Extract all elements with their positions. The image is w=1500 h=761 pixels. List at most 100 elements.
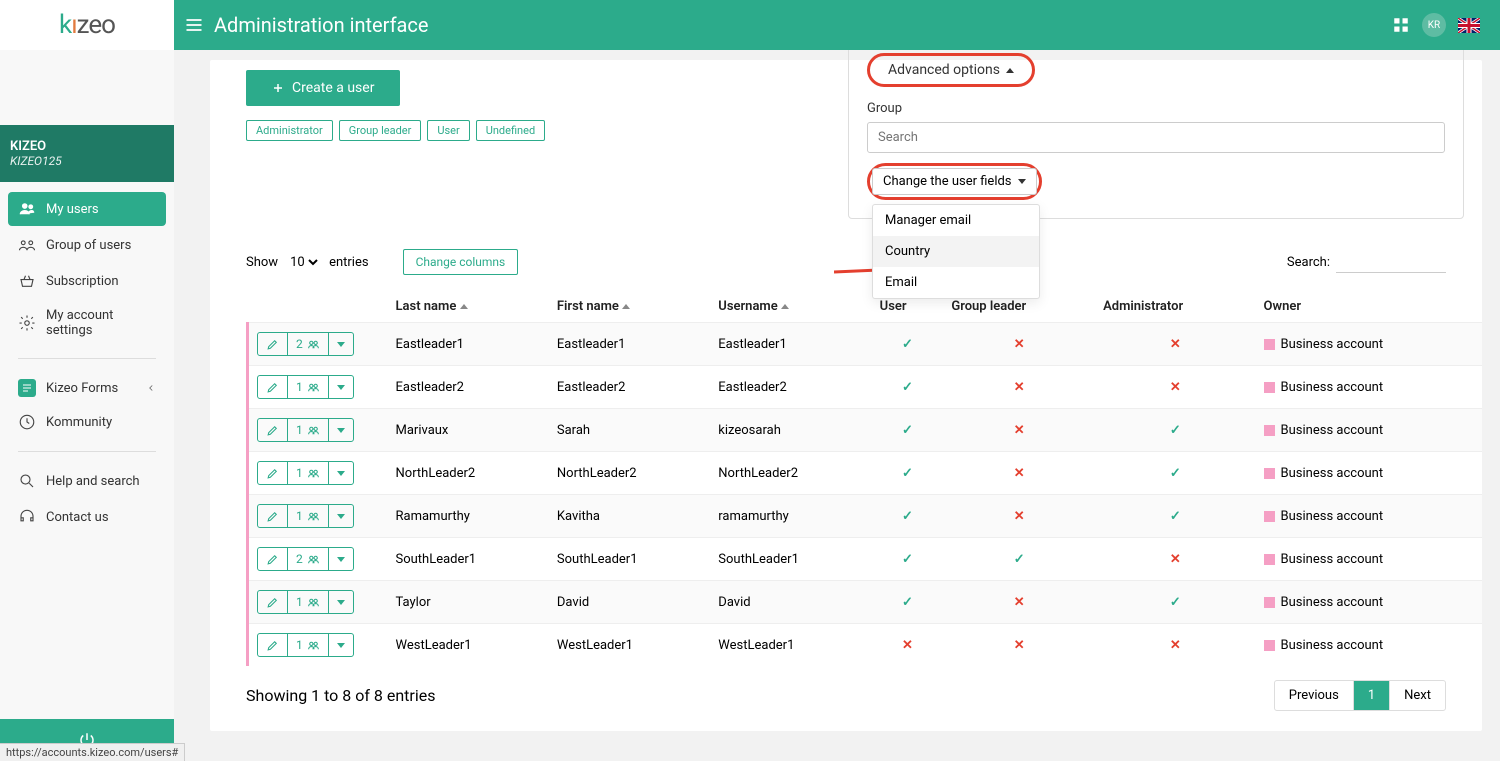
more-button[interactable] <box>329 591 353 613</box>
cross-icon: ✕ <box>943 581 1095 624</box>
cell-first-name: David <box>549 581 710 624</box>
chevron-left-icon <box>146 383 156 393</box>
col-first-name[interactable]: First name <box>549 291 710 323</box>
check-icon: ✓ <box>1095 581 1255 624</box>
sidebar-item-kommunity[interactable]: Kommunity <box>8 405 166 439</box>
cross-icon: ✕ <box>1095 624 1255 667</box>
check-icon: ✓ <box>872 452 944 495</box>
entries-select[interactable]: 10 <box>286 254 321 271</box>
cross-icon: ✕ <box>943 452 1095 495</box>
groups-button[interactable]: 1 <box>288 634 329 656</box>
hamburger-icon[interactable] <box>174 15 214 35</box>
sidebar-item-contact[interactable]: Contact us <box>8 500 166 534</box>
users-table: Last name First name Username User Group… <box>246 291 1482 666</box>
create-user-button[interactable]: Create a user <box>246 70 400 106</box>
cell-first-name: SouthLeader1 <box>549 538 710 581</box>
tag-user[interactable]: User <box>427 120 469 141</box>
more-button[interactable] <box>329 462 353 484</box>
sidebar-item-help[interactable]: Help and search <box>8 464 166 498</box>
more-button[interactable] <box>329 505 353 527</box>
dropdown-item-manager-email[interactable]: Manager email <box>873 205 1039 236</box>
entries-per-page: Show 10 entries <box>246 254 369 271</box>
col-username[interactable]: Username <box>710 291 871 323</box>
sidebar-item-subscription[interactable]: Subscription <box>8 264 166 298</box>
group-label: Group <box>867 101 1445 116</box>
more-button[interactable] <box>329 548 353 570</box>
edit-button[interactable] <box>258 505 288 527</box>
cell-last-name: Taylor <box>388 581 549 624</box>
cell-last-name: Marivaux <box>388 409 549 452</box>
groups-button[interactable]: 1 <box>288 419 329 441</box>
logo[interactable]: kızeo <box>0 0 174 50</box>
page-next[interactable]: Next <box>1390 681 1445 710</box>
edit-button[interactable] <box>258 419 288 441</box>
avatar[interactable]: KR <box>1422 13 1446 37</box>
language-flag-icon[interactable] <box>1458 18 1480 33</box>
caret-down-icon <box>1018 179 1026 184</box>
groups-button[interactable]: 2 <box>288 333 329 355</box>
sidebar-item-label: Kommunity <box>46 415 112 430</box>
table-row: 2 Eastleader1 Eastleader1 Eastleader1 ✓✕… <box>248 323 1483 366</box>
more-button[interactable] <box>329 376 353 398</box>
edit-button[interactable] <box>258 591 288 613</box>
group-search-input[interactable] <box>867 122 1445 153</box>
edit-button[interactable] <box>258 376 288 398</box>
table-row: 1 WestLeader1 WestLeader1 WestLeader1 ✕✕… <box>248 624 1483 667</box>
change-columns-button[interactable]: Change columns <box>403 249 519 275</box>
row-actions: 1 <box>257 590 354 614</box>
apps-icon[interactable] <box>1392 16 1410 34</box>
row-actions: 2 <box>257 547 354 571</box>
users-icon <box>18 200 36 218</box>
dropdown-item-email[interactable]: Email <box>873 267 1039 298</box>
more-button[interactable] <box>329 419 353 441</box>
owner-color-icon <box>1264 339 1275 350</box>
edit-button[interactable] <box>258 462 288 484</box>
cell-username: ramamurthy <box>710 495 871 538</box>
edit-button[interactable] <box>258 634 288 656</box>
edit-button[interactable] <box>258 333 288 355</box>
main-content: Create a user Advanced options Group Cha… <box>174 50 1500 761</box>
sidebar-item-account-settings[interactable]: My account settings <box>8 300 166 346</box>
more-button[interactable] <box>329 333 353 355</box>
check-icon: ✓ <box>1095 452 1255 495</box>
tag-group-leader[interactable]: Group leader <box>339 120 422 141</box>
groups-button[interactable]: 2 <box>288 548 329 570</box>
advanced-options-toggle[interactable]: Advanced options <box>867 53 1035 87</box>
cross-icon: ✕ <box>1095 323 1255 366</box>
groups-button[interactable]: 1 <box>288 462 329 484</box>
row-actions: 1 <box>257 633 354 657</box>
check-icon: ✓ <box>872 538 944 581</box>
col-owner[interactable]: Owner <box>1256 291 1482 323</box>
cell-owner: Business account <box>1264 509 1474 524</box>
table-search-input[interactable] <box>1336 251 1446 273</box>
groups-button[interactable]: 1 <box>288 591 329 613</box>
pagination: Previous 1 Next <box>1274 680 1446 711</box>
page-title: Administration interface <box>214 13 428 37</box>
cross-icon: ✕ <box>943 495 1095 538</box>
cell-username: kizeosarah <box>710 409 871 452</box>
cross-icon: ✕ <box>943 366 1095 409</box>
col-last-name[interactable]: Last name <box>388 291 549 323</box>
change-user-fields-button[interactable]: Change the user fields <box>872 168 1037 195</box>
sidebar-item-label: My account settings <box>46 308 156 338</box>
groups-button[interactable]: 1 <box>288 376 329 398</box>
row-actions: 2 <box>257 332 354 356</box>
group-icon <box>18 236 36 254</box>
groups-button[interactable]: 1 <box>288 505 329 527</box>
sidebar-item-my-users[interactable]: My users <box>8 192 166 226</box>
more-button[interactable] <box>329 634 353 656</box>
cell-username: Eastleader1 <box>710 323 871 366</box>
table-row: 2 SouthLeader1 SouthLeader1 SouthLeader1… <box>248 538 1483 581</box>
tag-undefined[interactable]: Undefined <box>476 120 545 141</box>
owner-color-icon <box>1264 425 1275 436</box>
cell-username: Eastleader2 <box>710 366 871 409</box>
page-prev[interactable]: Previous <box>1275 681 1354 710</box>
dropdown-item-country[interactable]: Country <box>873 236 1039 267</box>
page-current[interactable]: 1 <box>1354 681 1390 710</box>
tag-administrator[interactable]: Administrator <box>246 120 333 141</box>
sidebar-item-group-of-users[interactable]: Group of users <box>8 228 166 262</box>
edit-button[interactable] <box>258 548 288 570</box>
sidebar-item-label: Subscription <box>46 274 119 289</box>
sidebar-item-kizeo-forms[interactable]: Kizeo Forms <box>8 371 166 405</box>
col-administrator[interactable]: Administrator <box>1095 291 1255 323</box>
